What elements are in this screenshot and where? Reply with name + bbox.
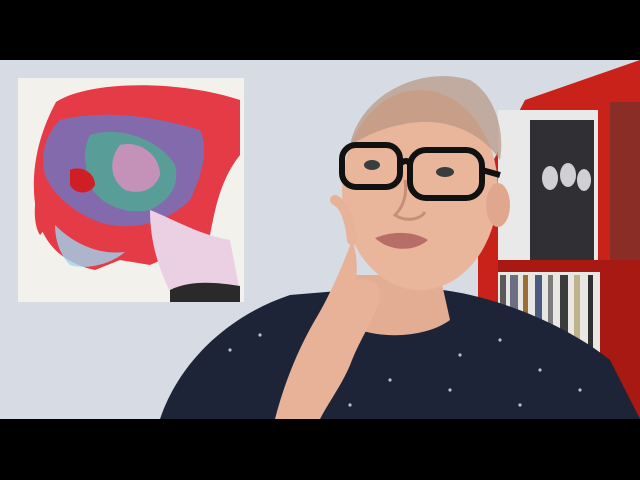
album-art-painting-icon <box>18 78 244 302</box>
scene-illustration <box>0 60 640 419</box>
video-scene <box>0 60 640 419</box>
letterbox-bottom <box>0 419 640 480</box>
video-frame <box>0 0 640 480</box>
letterbox-top <box>0 0 640 60</box>
